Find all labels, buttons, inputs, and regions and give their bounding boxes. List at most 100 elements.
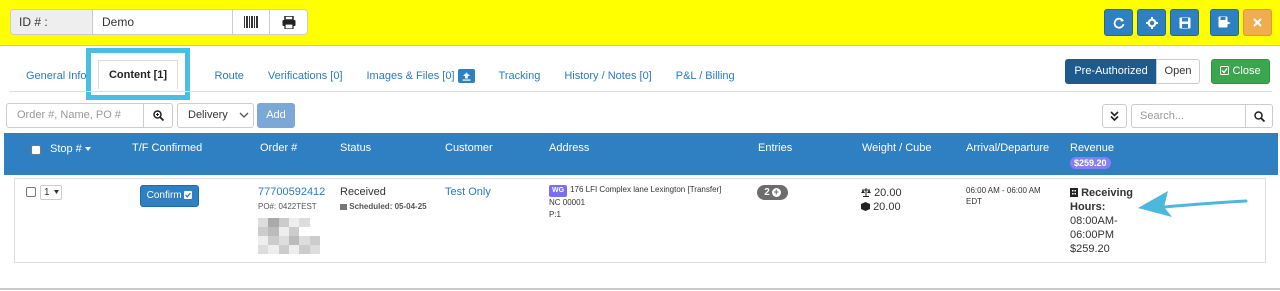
order-search-button[interactable] bbox=[143, 103, 173, 128]
confirm-button[interactable]: Confirm bbox=[140, 185, 199, 207]
confirm-label: Confirm bbox=[146, 190, 182, 201]
tab-bar: General Info Route Verifications [0] Ima… bbox=[14, 48, 747, 100]
save-icon bbox=[1179, 17, 1190, 28]
address-line-3: P:1 bbox=[549, 210, 562, 219]
header-revenue-label: Revenue bbox=[1070, 142, 1115, 154]
revenue-block: Receiving Hours: 08:00AM- 06:00PM $259.2… bbox=[1070, 186, 1133, 256]
header-address: Address bbox=[549, 142, 590, 154]
bottom-divider bbox=[0, 288, 1280, 290]
order-type-select[interactable]: Delivery bbox=[177, 103, 254, 128]
open-button[interactable]: Open bbox=[1156, 59, 1200, 84]
header-status: Status bbox=[340, 142, 372, 154]
arrival-time: 06:00 AM - 06:00 AM bbox=[966, 186, 1041, 195]
close-order-button[interactable]: Close bbox=[1211, 59, 1270, 84]
building-icon bbox=[1070, 188, 1078, 197]
save-button[interactable] bbox=[1170, 9, 1199, 36]
header-stop-label: Stop # bbox=[50, 143, 82, 155]
address-line-1-text: 176 LFI Complex lane Lexington [Transfer… bbox=[570, 185, 722, 194]
tab-images-files-label: Images & Files [0] bbox=[366, 70, 455, 82]
zoom-icon bbox=[152, 110, 164, 121]
weight-cube-block: 20.00 20.00 bbox=[861, 186, 902, 214]
id-field-group: ID # : 836991 Demo bbox=[10, 9, 308, 35]
scale-icon bbox=[861, 188, 871, 197]
select-all-checkbox[interactable] bbox=[31, 145, 41, 155]
tab-route[interactable]: Route bbox=[215, 70, 256, 82]
cube-icon bbox=[861, 202, 870, 211]
header-customer: Customer bbox=[445, 142, 493, 154]
header-tf-confirmed: T/F Confirmed bbox=[132, 142, 203, 154]
hours-end: 06:00PM bbox=[1070, 229, 1115, 241]
top-bar: ID # : 836991 Demo bbox=[0, 0, 1280, 46]
annotation-arrow bbox=[1138, 191, 1248, 217]
entries-badge[interactable]: 2 + bbox=[757, 185, 788, 200]
scheduled-label: Scheduled: 05-04-25 bbox=[349, 202, 427, 211]
id-label: ID # : 836991 bbox=[11, 10, 93, 34]
header-stop[interactable]: Stop # bbox=[50, 143, 91, 155]
address-block: WG 176 LFI Complex lane Lexington [Transf… bbox=[549, 184, 721, 221]
header-entries: Entries bbox=[758, 142, 793, 154]
save-and-flag-button[interactable] bbox=[1210, 9, 1239, 36]
receiving-hours-title: Receiving bbox=[1070, 186, 1133, 200]
tab-images-files[interactable]: Images & Files [0] bbox=[355, 69, 487, 83]
wg-badge: WG bbox=[549, 185, 568, 197]
tab-divider bbox=[10, 91, 1272, 92]
settings-button[interactable] bbox=[1137, 9, 1166, 36]
order-search-input[interactable]: Order #, Name, PO # bbox=[6, 103, 144, 128]
stop-number-select[interactable]: 1 bbox=[40, 185, 62, 200]
receiving-label: Receiving bbox=[1081, 187, 1134, 199]
barcode-button[interactable] bbox=[233, 10, 270, 34]
tab-pl-billing[interactable]: P&L / Billing bbox=[664, 70, 747, 82]
close-icon bbox=[1253, 18, 1262, 27]
address-line-1: WG 176 LFI Complex lane Lexington [Transf… bbox=[549, 184, 721, 197]
order-number-link[interactable]: 77700592412 bbox=[258, 186, 325, 198]
search-icon bbox=[1253, 110, 1265, 122]
print-button[interactable] bbox=[270, 10, 307, 34]
expand-all-button[interactable] bbox=[1102, 104, 1127, 128]
add-button[interactable]: Add bbox=[257, 103, 295, 128]
name-input[interactable]: Demo bbox=[93, 10, 233, 34]
header-order: Order # bbox=[260, 142, 298, 154]
double-chevron-down-icon bbox=[1110, 111, 1119, 121]
gear-icon bbox=[1145, 16, 1158, 29]
row-checkbox[interactable] bbox=[26, 187, 36, 197]
table-header: Stop # T/F Confirmed Order # Status Cust… bbox=[4, 133, 1278, 175]
order-type-value: Delivery bbox=[188, 109, 228, 121]
chevron-down-icon bbox=[239, 104, 249, 136]
check-square-icon bbox=[184, 191, 193, 199]
barcode-icon bbox=[244, 16, 258, 28]
scheduled-date: Scheduled: 05-04-25 bbox=[340, 202, 427, 211]
tab-content-label: Content [1] bbox=[97, 59, 179, 89]
tab-content[interactable]: Content [1] bbox=[86, 48, 190, 100]
calendar-icon bbox=[340, 204, 347, 210]
pre-authorized-button[interactable]: Pre-Authorized bbox=[1065, 59, 1157, 84]
header-weight-cube: Weight / Cube bbox=[862, 142, 932, 154]
customer-link[interactable]: Test Only bbox=[445, 186, 491, 198]
arrival-departure-block: 06:00 AM - 06:00 AM EDT bbox=[966, 185, 1041, 207]
hours-start: 08:00AM- bbox=[1070, 215, 1118, 227]
header-arrival-departure: Arrival/Departure bbox=[966, 142, 1050, 154]
cancel-button[interactable] bbox=[1243, 9, 1272, 36]
tab-tracking[interactable]: Tracking bbox=[487, 70, 553, 82]
refresh-button[interactable] bbox=[1104, 9, 1133, 36]
upload-icon bbox=[457, 69, 475, 83]
plus-icon: + bbox=[771, 187, 781, 197]
blurred-content bbox=[258, 218, 320, 254]
refresh-icon bbox=[1113, 17, 1124, 29]
tab-verifications[interactable]: Verifications [0] bbox=[256, 70, 355, 82]
close-order-label: Close bbox=[1232, 65, 1261, 77]
table-search-button[interactable] bbox=[1245, 104, 1273, 128]
caret-down-icon bbox=[84, 147, 91, 151]
tab-history-notes[interactable]: History / Notes [0] bbox=[552, 70, 663, 82]
caret-down-icon bbox=[54, 190, 60, 194]
save-flag-icon bbox=[1218, 16, 1231, 28]
cube-line: 20.00 bbox=[861, 200, 902, 214]
address-line-2: NC 00001 bbox=[549, 198, 586, 207]
table-search-input[interactable]: Search... bbox=[1131, 104, 1246, 128]
cube-value: 20.00 bbox=[873, 201, 901, 213]
header-revenue: Revenue $259.20 bbox=[1070, 142, 1114, 169]
arrival-timezone: EDT bbox=[966, 197, 982, 206]
status-value: Received bbox=[340, 186, 386, 198]
weight-value: 20.00 bbox=[874, 187, 902, 199]
check-square-icon bbox=[1220, 66, 1230, 75]
hours-label: Hours: bbox=[1070, 201, 1106, 213]
